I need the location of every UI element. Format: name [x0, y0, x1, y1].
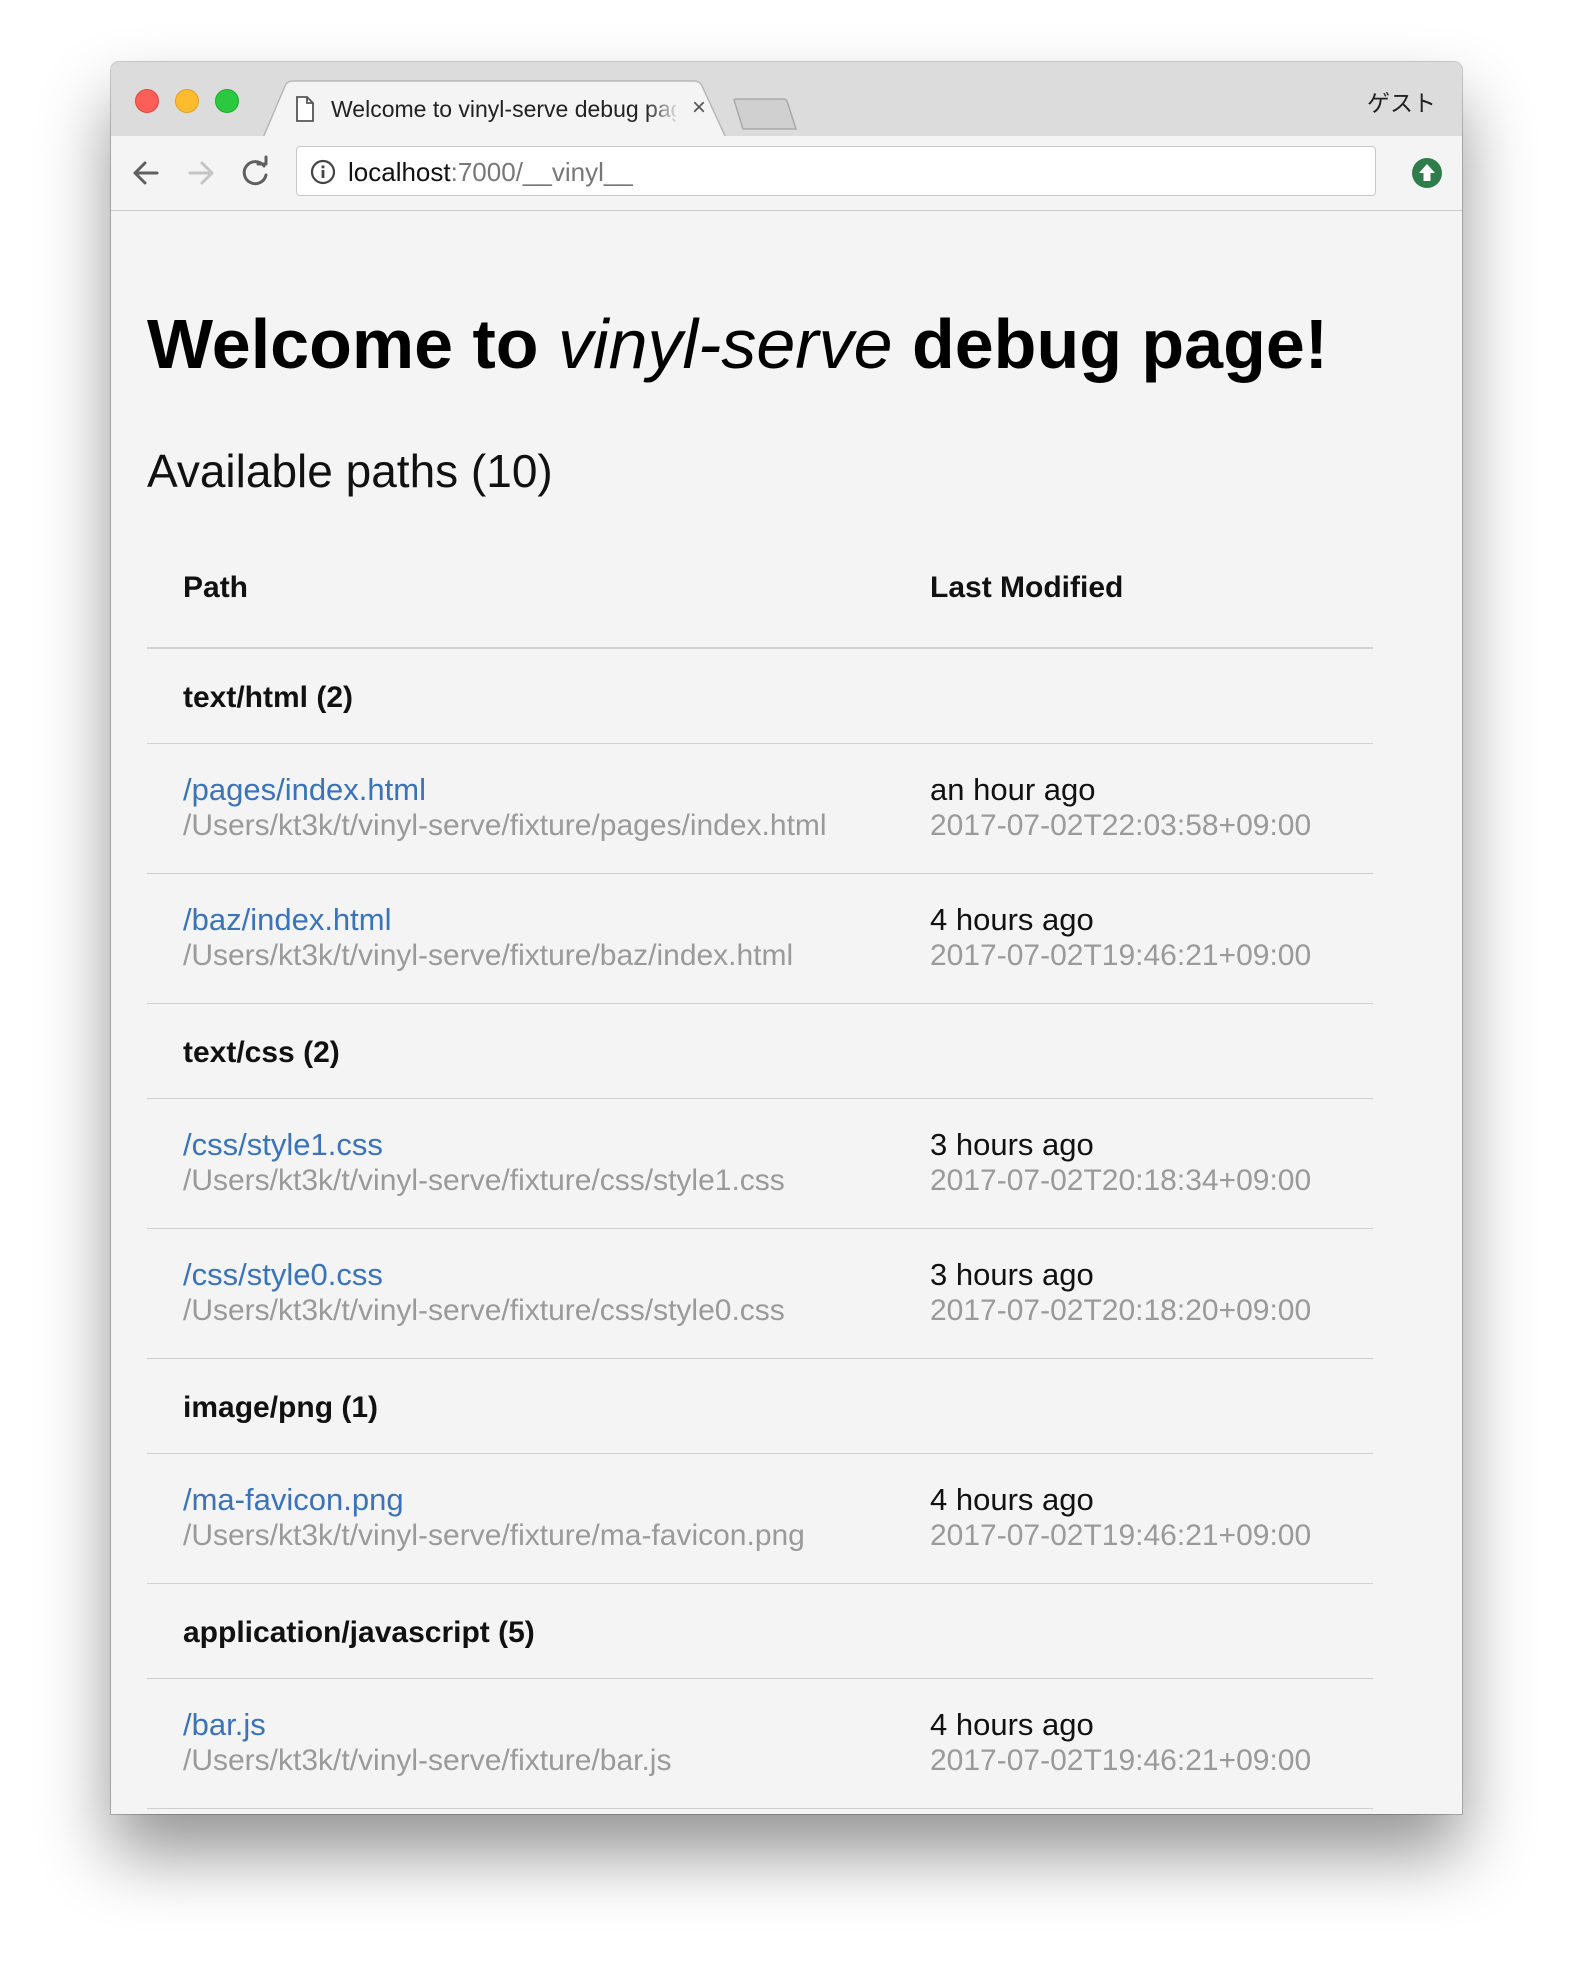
relative-time: 4 hours ago: [930, 1482, 1094, 1517]
address-bar[interactable]: localhost:7000/__vinyl__: [296, 146, 1376, 196]
title-prefix: Welcome to: [147, 305, 559, 383]
relative-time: an hour ago: [930, 772, 1096, 807]
close-window-button[interactable]: [135, 89, 159, 113]
tab-strip: Welcome to vinyl-serve debug page! × ゲスト: [111, 62, 1462, 138]
timestamp: 2017-07-02T19:46:21+09:00: [930, 939, 1312, 972]
paths-table: Path Last Modified text/html (2) /pages/…: [147, 533, 1373, 1809]
title-emphasis: vinyl-serve: [558, 305, 893, 383]
url-path: :7000/__vinyl__: [450, 157, 633, 187]
back-button[interactable]: [127, 154, 165, 192]
file-system-path: /Users/kt3k/t/vinyl-serve/fixture/bar.js: [183, 1744, 672, 1777]
timestamp: 2017-07-02T20:18:34+09:00: [930, 1164, 1312, 1197]
page-title: Welcome to vinyl-serve debug page!: [147, 299, 1328, 389]
column-header-path: Path: [183, 571, 249, 604]
timestamp: 2017-07-02T22:03:58+09:00: [930, 809, 1312, 842]
url-text: localhost:7000/__vinyl__: [348, 157, 633, 187]
relative-time: 3 hours ago: [930, 1127, 1094, 1162]
tab-title: Welcome to vinyl-serve debug page!: [331, 96, 676, 122]
tab-close-icon[interactable]: ×: [687, 95, 711, 121]
forward-button[interactable]: [182, 154, 220, 192]
profile-button[interactable]: ゲスト: [1367, 84, 1436, 118]
group-row: image/png (1): [147, 1359, 1373, 1454]
group-row: text/html (2): [147, 649, 1373, 744]
relative-time: 3 hours ago: [930, 1257, 1094, 1292]
column-header-last-modified: Last Modified: [930, 571, 1124, 604]
back-arrow-icon: [133, 161, 159, 185]
table-header-row: Path Last Modified: [147, 533, 1373, 649]
timestamp: 2017-07-02T20:18:20+09:00: [930, 1294, 1312, 1327]
document-icon: [296, 96, 314, 122]
group-row: text/css (2): [147, 1004, 1373, 1099]
file-link[interactable]: /bar.js: [183, 1707, 266, 1743]
reload-icon: [242, 155, 268, 186]
relative-time: 4 hours ago: [930, 1707, 1094, 1742]
page-content: Welcome to vinyl-serve debug page! Avail…: [111, 211, 1462, 1814]
file-system-path: /Users/kt3k/t/vinyl-serve/fixture/css/st…: [183, 1294, 785, 1327]
minimize-window-button[interactable]: [175, 89, 199, 113]
timestamp: 2017-07-02T19:46:21+09:00: [930, 1744, 1312, 1777]
table-row: /baz/index.html /Users/kt3k/t/vinyl-serv…: [147, 874, 1373, 1004]
update-arrow-icon[interactable]: [1410, 156, 1444, 190]
url-host: localhost: [348, 157, 451, 187]
file-link[interactable]: /baz/index.html: [183, 902, 392, 938]
browser-window: Welcome to vinyl-serve debug page! × ゲスト: [111, 62, 1462, 1814]
info-icon[interactable]: [310, 159, 336, 185]
table-row: /ma-favicon.png /Users/kt3k/t/vinyl-serv…: [147, 1454, 1373, 1584]
file-link[interactable]: /ma-favicon.png: [183, 1482, 404, 1518]
file-system-path: /Users/kt3k/t/vinyl-serve/fixture/baz/in…: [183, 939, 794, 972]
toolbar: localhost:7000/__vinyl__: [111, 136, 1462, 211]
title-suffix: debug page!: [892, 305, 1329, 383]
page-subtitle: Available paths (10): [147, 445, 553, 497]
forward-arrow-icon: [188, 161, 214, 185]
zoom-window-button[interactable]: [215, 89, 239, 113]
active-tab[interactable]: Welcome to vinyl-serve debug page! ×: [263, 80, 726, 138]
reload-button[interactable]: [236, 154, 274, 192]
timestamp: 2017-07-02T19:46:21+09:00: [930, 1519, 1312, 1552]
file-link[interactable]: /css/style0.css: [183, 1257, 383, 1293]
table-row: /bar.js /Users/kt3k/t/vinyl-serve/fixtur…: [147, 1679, 1373, 1809]
group-label: application/javascript (5): [183, 1616, 535, 1649]
group-label: text/css (2): [183, 1036, 340, 1069]
table-row: /css/style0.css /Users/kt3k/t/vinyl-serv…: [147, 1229, 1373, 1359]
table-row: /pages/index.html /Users/kt3k/t/vinyl-se…: [147, 744, 1373, 874]
new-tab-button[interactable]: [733, 98, 797, 130]
file-system-path: /Users/kt3k/t/vinyl-serve/fixture/pages/…: [183, 809, 827, 842]
file-link[interactable]: /css/style1.css: [183, 1127, 383, 1163]
file-system-path: /Users/kt3k/t/vinyl-serve/fixture/ma-fav…: [183, 1519, 805, 1552]
file-system-path: /Users/kt3k/t/vinyl-serve/fixture/css/st…: [183, 1164, 785, 1197]
group-label: image/png (1): [183, 1391, 379, 1424]
group-label: text/html (2): [183, 681, 354, 714]
table-row: /css/style1.css /Users/kt3k/t/vinyl-serv…: [147, 1099, 1373, 1229]
file-link[interactable]: /pages/index.html: [183, 772, 426, 808]
group-row: application/javascript (5): [147, 1584, 1373, 1679]
tab-title-fade: [646, 92, 680, 126]
relative-time: 4 hours ago: [930, 902, 1094, 937]
